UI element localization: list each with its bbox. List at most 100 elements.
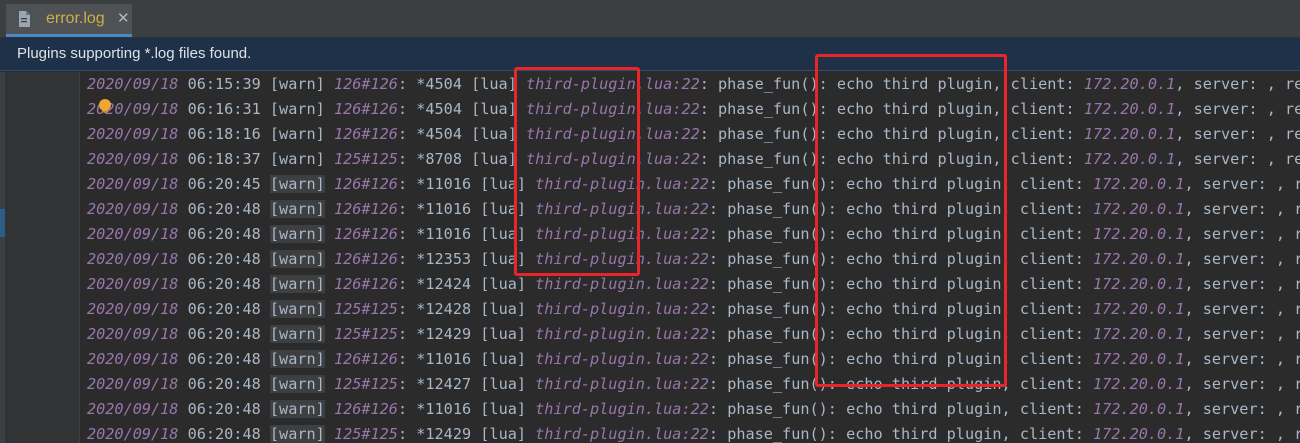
log-file: third-plugin.lua:22 [535,250,709,268]
log-conn: *12429 [416,325,472,343]
close-icon[interactable]: ✕ [117,9,130,27]
log-conn: *11016 [416,400,472,418]
log-line[interactable]: 132020/09/18 06:20:48 [warn] 125#125: *1… [80,372,1300,397]
log-ck: client: [1019,275,1084,293]
log-line[interactable]: 102020/09/18 06:20:48 [warn] 125#125: *1… [80,297,1300,322]
log-time: 06:20:48 [187,375,261,393]
log-line[interactable]: 42020/09/18 06:18:37 [warn] 125#125: *87… [80,147,1300,172]
log-ip: 172.20.0.1 [1093,175,1185,193]
log-ck: client: [1010,100,1075,118]
log-pid: 126#126 [333,200,398,218]
log-date: 2020/09/18 [87,250,179,268]
log-lvl: [warn] [269,350,325,368]
log-ck: client: [1019,250,1084,268]
log-fn: phase_fun(): [718,150,828,168]
log-rest: , server: , request [1184,350,1300,368]
log-conn: *11016 [416,350,472,368]
log-conn: *8708 [416,150,462,168]
log-msg: echo third plugin, [846,250,1011,268]
log-ck: client: [1019,350,1084,368]
log-date: 2020/09/18 [87,200,179,218]
log-file: third-plugin.lua:22 [535,275,709,293]
log-lvl: [warn] [269,250,325,268]
log-conn: *12429 [416,425,472,443]
log-msg: echo third plugin, [836,150,1002,168]
log-ip: 172.20.0.1 [1093,375,1185,393]
log-rest: , server: , request [1184,375,1300,393]
log-ip: 172.20.0.1 [1093,300,1185,318]
log-line[interactable]: 122020/09/18 06:20:48 [warn] 126#126: *1… [80,347,1300,372]
log-pid: 126#126 [333,400,398,418]
log-fn: phase_fun(): [727,375,837,393]
log-text: 2020/09/18 06:15:39 [warn] 126#126: *450… [87,72,1300,97]
log-ctx: [lua] [480,175,526,193]
log-pid: 126#126 [333,225,398,243]
log-msg: echo third plugin, [846,225,1011,243]
log-file: third-plugin.lua:22 [535,200,709,218]
log-line[interactable]: 112020/09/18 06:20:48 [warn] 125#125: *1… [80,322,1300,347]
log-fn: phase_fun(): [718,125,828,143]
log-rest: , server: , request [1184,175,1300,193]
log-line[interactable]: 52020/09/18 06:20:45 [warn] 126#126: *11… [80,172,1300,197]
log-fn: phase_fun(): [727,325,837,343]
log-msg: echo third plugin, [846,300,1011,318]
log-fn: phase_fun(): [727,275,837,293]
log-rest: , server: , request [1175,75,1300,93]
log-pid: 126#126 [333,125,398,143]
log-ctx: [lua] [471,75,517,93]
log-file: third-plugin.lua:22 [535,350,709,368]
lightbulb-icon[interactable] [99,99,111,111]
log-rest: , server: , request [1175,125,1300,143]
log-file: third-plugin.lua:22 [535,375,709,393]
log-fn: phase_fun(): [727,300,837,318]
log-ip: 172.20.0.1 [1093,200,1185,218]
log-lvl: [warn] [269,375,325,393]
log-conn: *4504 [416,75,462,93]
log-line[interactable]: 12020/09/18 06:15:39 [warn] 126#126: *45… [80,72,1300,97]
log-file: third-plugin.lua:22 [535,400,709,418]
log-rest: , server: , request [1184,400,1300,418]
log-time: 06:18:37 [187,150,261,168]
log-ip: 172.20.0.1 [1083,75,1176,93]
log-text: 2020/09/18 06:20:48 [warn] 126#126: *110… [87,347,1300,372]
log-line[interactable]: 92020/09/18 06:20:48 [warn] 126#126: *12… [80,272,1300,297]
log-time: 06:20:48 [187,350,261,368]
log-fn: phase_fun(): [727,175,837,193]
log-file: third-plugin.lua:22 [535,425,709,443]
log-msg: echo third plugin, [836,125,1002,143]
log-time: 06:20:45 [187,175,261,193]
log-text: 2020/09/18 06:20:48 [warn] 126#126: *110… [87,197,1300,222]
log-file: third-plugin.lua:22 [526,150,700,168]
log-ck: client: [1010,125,1075,143]
log-pid: 125#125 [333,375,398,393]
log-ip: 172.20.0.1 [1093,275,1185,293]
log-time: 06:18:16 [187,125,261,143]
log-line[interactable]: 32020/09/18 06:18:16 [warn] 126#126: *45… [80,122,1300,147]
log-line[interactable]: 82020/09/18 06:20:48 [warn] 126#126: *12… [80,247,1300,272]
log-lvl: [warn] [269,125,325,143]
log-line[interactable]: 72020/09/18 06:20:48 [warn] 126#126: *11… [80,222,1300,247]
log-date: 2020/09/18 [87,325,179,343]
log-conn: *11016 [416,175,472,193]
log-msg: echo third plugin, [846,425,1011,443]
log-lvl: [warn] [269,175,325,193]
log-msg: echo third plugin, [846,375,1011,393]
log-fn: phase_fun(): [727,250,837,268]
log-line[interactable]: 62020/09/18 06:20:48 [warn] 126#126: *11… [80,197,1300,222]
log-line[interactable]: 142020/09/18 06:20:48 [warn] 126#126: *1… [80,397,1300,422]
log-lvl: [warn] [269,200,325,218]
log-line[interactable]: 152020/09/18 06:20:48 [warn] 125#125: *1… [80,422,1300,443]
log-text: 2020/09/18 06:20:48 [warn] 125#125: *124… [87,422,1300,443]
log-ctx: [lua] [480,300,526,318]
log-file: third-plugin.lua:22 [526,75,700,93]
log-date: 2020/09/18 [87,375,179,393]
tab-error-log[interactable]: error.log ✕ [6,4,132,37]
log-ctx: [lua] [480,200,526,218]
log-ck: client: [1019,325,1084,343]
log-lvl: [warn] [269,275,325,293]
log-fn: phase_fun(): [727,400,837,418]
log-text: 2020/09/18 06:20:48 [warn] 126#126: *110… [87,397,1300,422]
log-file: third-plugin.lua:22 [526,100,700,118]
log-line[interactable]: 22020/09/18 06:16:31 [warn] 126#126: *45… [80,97,1300,122]
log-editor[interactable]: 12020/09/18 06:15:39 [warn] 126#126: *45… [80,72,1300,443]
